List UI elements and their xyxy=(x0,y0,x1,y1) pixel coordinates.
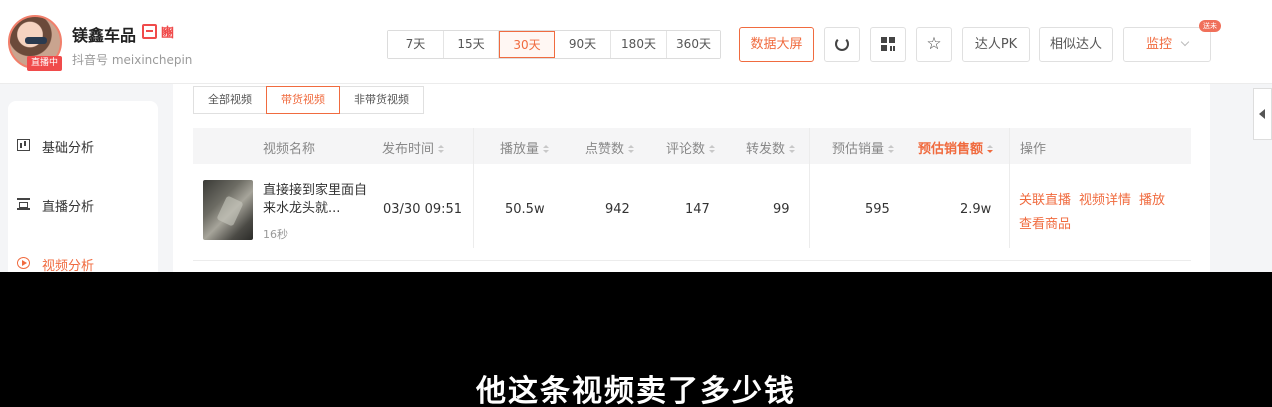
video-duration: 16秒 xyxy=(263,228,288,241)
col-est-sales[interactable]: 预估销量 xyxy=(832,138,895,157)
refresh-button[interactable] xyxy=(824,27,860,62)
bar-chart-icon xyxy=(17,139,30,151)
video-filter-tabs: 全部视频 带货视频 非带货视频 xyxy=(193,86,424,114)
sort-icon xyxy=(888,145,895,154)
range-30d[interactable]: 30天 xyxy=(499,31,555,58)
tab-sales-videos[interactable]: 带货视频 xyxy=(266,86,340,114)
row-actions: 关联直播 视频详情 播放 查看商品 xyxy=(1019,189,1194,237)
tab-all-videos[interactable]: 全部视频 xyxy=(193,86,267,114)
col-likes[interactable]: 点赞数 xyxy=(585,138,635,157)
share-count: 99 xyxy=(773,202,790,217)
refresh-icon xyxy=(835,36,849,51)
col-shares[interactable]: 转发数 xyxy=(746,138,796,157)
range-90d[interactable]: 90天 xyxy=(555,31,611,58)
sort-icon xyxy=(438,145,445,154)
view-products-link[interactable]: 查看商品 xyxy=(1019,217,1071,232)
sidebar: 基础分析 直播分析 视频分析 xyxy=(8,101,158,272)
sidebar-item-label: 基础分析 xyxy=(42,141,95,156)
col-est-revenue[interactable]: 预估销售额 xyxy=(918,138,994,157)
col-time[interactable]: 发布时间 xyxy=(382,138,445,157)
range-180d[interactable]: 180天 xyxy=(611,31,667,58)
date-range-selector: 7天 15天 30天 90天 180天 360天 xyxy=(387,30,721,59)
sort-icon xyxy=(628,145,635,154)
col-ops: 操作 xyxy=(1020,142,1047,157)
play-icon xyxy=(17,257,30,269)
col-comments[interactable]: 评论数 xyxy=(666,138,716,157)
sort-icon xyxy=(709,145,716,154)
monitor-dropdown[interactable]: 监控 xyxy=(1123,27,1211,62)
link-related-live[interactable]: 关联直播 xyxy=(1019,193,1071,208)
sort-icon xyxy=(543,145,550,154)
video-table: 视频名称 发布时间 播放量 点赞数 评论数 转发数 预估销量 预估销售额 操作 … xyxy=(193,128,1194,261)
video-thumbnail[interactable] xyxy=(203,180,253,240)
qr-code-button[interactable] xyxy=(870,27,906,62)
comment-count: 147 xyxy=(685,202,710,217)
range-7d[interactable]: 7天 xyxy=(388,31,444,58)
verified-icon: 豳 xyxy=(161,26,175,41)
like-count: 942 xyxy=(605,202,630,217)
similar-button[interactable]: 相似达人 xyxy=(1039,27,1113,62)
favorite-button[interactable]: ☆ xyxy=(916,27,952,62)
qr-code-icon xyxy=(881,36,895,51)
live-badge: 直播中 xyxy=(27,56,62,71)
star-icon: ☆ xyxy=(926,34,942,54)
monitor-label: 监控 xyxy=(1145,37,1172,52)
shop-icon xyxy=(142,24,157,39)
chevron-down-icon xyxy=(1180,37,1190,47)
sidebar-item-basic[interactable]: 基础分析 xyxy=(17,137,95,156)
pk-button[interactable]: 达人PK xyxy=(962,27,1030,62)
play-count: 50.5w xyxy=(505,202,545,217)
est-sales-value: 595 xyxy=(865,202,890,217)
collapse-panel-button[interactable] xyxy=(1253,88,1272,140)
range-15d[interactable]: 15天 xyxy=(444,31,499,58)
avatar-sunglasses xyxy=(25,37,47,44)
sidebar-item-live[interactable]: 直播分析 xyxy=(17,196,95,215)
app-window: 直播中 镁鑫车品 豳 抖音号 meixinchepin 7天 15天 30天 9… xyxy=(0,0,1272,272)
sidebar-item-label: 直播分析 xyxy=(42,200,95,215)
col-name: 视频名称 xyxy=(263,142,316,157)
publish-time: 03/30 09:51 xyxy=(383,202,463,217)
account-id: 抖音号 meixinchepin xyxy=(72,53,193,67)
tab-non-sales-videos[interactable]: 非带货视频 xyxy=(339,86,424,114)
sidebar-item-video[interactable]: 视频分析 xyxy=(17,255,95,272)
video-analysis-panel: 全部视频 带货视频 非带货视频 视频名称 发布时间 播放量 点赞数 评论数 转发… xyxy=(173,84,1210,272)
col-plays[interactable]: 播放量 xyxy=(500,138,550,157)
est-revenue-value: 2.9w xyxy=(960,202,992,217)
play-link[interactable]: 播放 xyxy=(1139,193,1165,208)
video-detail-link[interactable]: 视频详情 xyxy=(1079,193,1131,208)
row-divider xyxy=(193,260,1191,261)
sort-desc-icon xyxy=(987,145,994,154)
sidebar-item-label: 视频分析 xyxy=(42,259,95,272)
new-tag-badge: 送未 xyxy=(1199,20,1221,32)
video-subtitle: 他这条视频卖了多少钱 xyxy=(476,374,796,407)
range-360d[interactable]: 360天 xyxy=(667,31,720,58)
sort-icon xyxy=(789,145,796,154)
table-header: 视频名称 发布时间 播放量 点赞数 评论数 转发数 预估销量 预估销售额 操作 xyxy=(193,128,1191,164)
account-name: 镁鑫车品 xyxy=(72,26,137,45)
table-row[interactable]: 直接接到家里面自来水龙头就... 16秒 03/30 09:51 50.5w 9… xyxy=(193,164,1194,261)
account-header: 直播中 镁鑫车品 豳 抖音号 meixinchepin 7天 15天 30天 9… xyxy=(0,0,1272,84)
video-title[interactable]: 直接接到家里面自来水龙头就... xyxy=(263,182,367,218)
big-screen-button[interactable]: 数据大屏 xyxy=(739,27,814,62)
live-icon xyxy=(17,198,30,210)
